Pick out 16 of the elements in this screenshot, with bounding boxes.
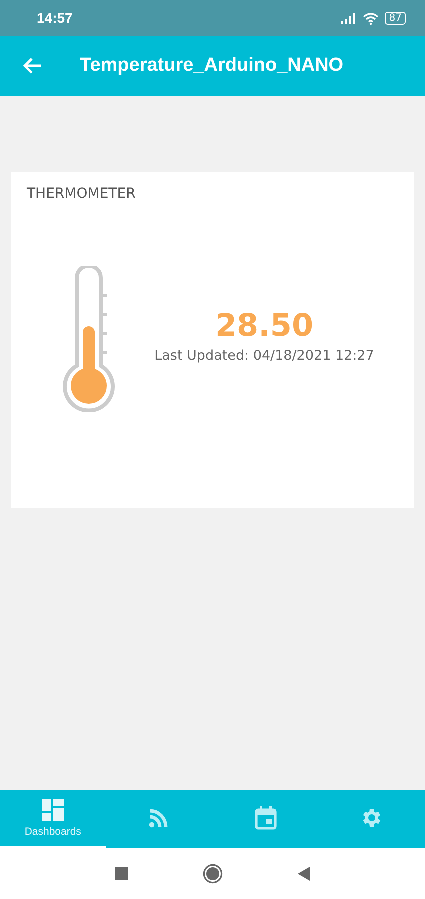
dashboard-icon	[42, 798, 64, 820]
temperature-value: 28.50	[215, 308, 314, 344]
status-time: 14:57	[37, 10, 73, 26]
back-arrow-icon[interactable]	[22, 57, 42, 75]
thermometer-icon	[61, 266, 117, 412]
wifi-icon	[363, 12, 380, 24]
card-title: THERMOMETER	[27, 186, 136, 202]
recents-icon[interactable]	[115, 867, 128, 880]
battery-indicator: 87	[385, 12, 406, 24]
signal-icon	[341, 12, 358, 24]
calendar-icon	[254, 806, 277, 830]
home-icon[interactable]	[203, 864, 223, 884]
back-icon[interactable]	[298, 866, 310, 880]
feed-icon	[149, 808, 170, 828]
page-title: Temperature_Arduino_NANO	[80, 55, 344, 77]
last-updated: Last Updated: 04/18/2021 12:27	[154, 348, 374, 364]
